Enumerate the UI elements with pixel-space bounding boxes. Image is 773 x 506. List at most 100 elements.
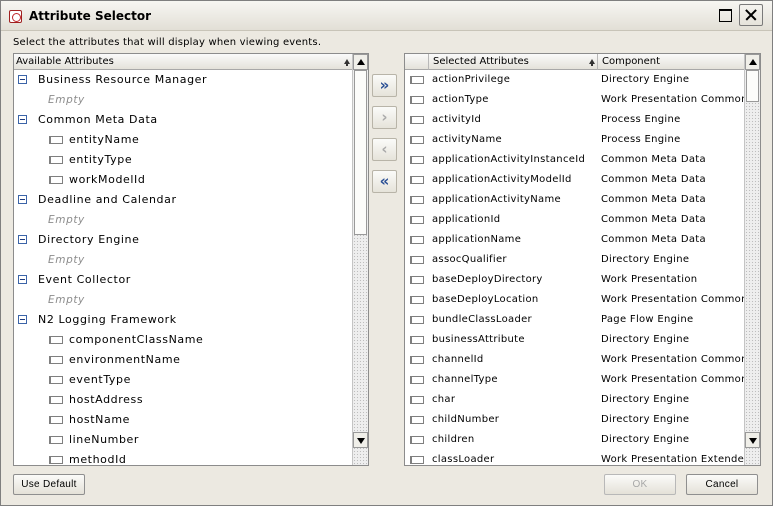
table-row[interactable]: activityId Process Engine: [405, 110, 745, 130]
tree-group-label: Event Collector: [38, 273, 131, 286]
attribute-icon: [410, 76, 424, 84]
scroll-down-icon[interactable]: [353, 432, 368, 448]
attribute-icon: [410, 376, 424, 384]
component-cell: Directory Engine: [601, 334, 690, 345]
maximize-icon[interactable]: [716, 7, 734, 23]
table-row[interactable]: businessAttribute Directory Engine: [405, 330, 745, 350]
tree-attribute-item[interactable]: entityType: [14, 150, 350, 170]
tree-group[interactable]: Event Collector: [14, 270, 350, 290]
scroll-down-icon[interactable]: [745, 432, 760, 448]
attribute-name-cell: applicationActivityInstanceId: [432, 154, 586, 165]
collapse-icon[interactable]: [18, 275, 27, 284]
collapse-icon[interactable]: [18, 315, 27, 324]
selected-vertical-scrollbar[interactable]: [744, 54, 760, 465]
tree-attribute-label: hostName: [69, 413, 130, 426]
tree-group[interactable]: Common Meta Data: [14, 110, 350, 130]
attribute-name-cell: assocQualifier: [432, 254, 507, 265]
table-row[interactable]: children Directory Engine: [405, 430, 745, 450]
scroll-thumb[interactable]: [354, 70, 367, 235]
attribute-icon: [410, 356, 424, 364]
table-row[interactable]: bundleClassLoader Page Flow Engine: [405, 310, 745, 330]
add-selected-button[interactable]: ›: [372, 106, 397, 129]
table-row[interactable]: actionPrivilege Directory Engine: [405, 70, 745, 90]
tree-group[interactable]: N2 Logging Framework: [14, 310, 350, 330]
tree-group[interactable]: Deadline and Calendar: [14, 190, 350, 210]
component-cell: Page Flow Engine: [601, 314, 694, 325]
table-row[interactable]: applicationActivityModelId Common Meta Da…: [405, 170, 745, 190]
table-row[interactable]: baseDeployDirectory Work Presentation: [405, 270, 745, 290]
attribute-name-cell: classLoader: [432, 454, 495, 465]
tree-attribute-item[interactable]: eventType: [14, 370, 350, 390]
tree-group[interactable]: Directory Engine: [14, 230, 350, 250]
table-row[interactable]: applicationId Common Meta Data: [405, 210, 745, 230]
component-cell: Work Presentation Common: [601, 374, 745, 385]
attribute-icon: [49, 356, 63, 364]
remove-all-button[interactable]: «: [372, 170, 397, 193]
scroll-up-icon[interactable]: [745, 54, 760, 70]
collapse-icon[interactable]: [18, 195, 27, 204]
component-cell: Work Presentation Common: [601, 294, 745, 305]
attribute-name-cell: baseDeployDirectory: [432, 274, 543, 285]
attribute-name-cell: applicationId: [432, 214, 501, 225]
table-row[interactable]: assocQualifier Directory Engine: [405, 250, 745, 270]
available-attributes-header[interactable]: Available Attributes: [14, 54, 353, 70]
title-bar[interactable]: Attribute Selector: [1, 1, 772, 31]
scroll-up-icon[interactable]: [353, 54, 368, 70]
attribute-icon: [49, 376, 63, 384]
tree-group-label: Deadline and Calendar: [38, 193, 177, 206]
collapse-icon[interactable]: [18, 235, 27, 244]
collapse-icon[interactable]: [18, 75, 27, 84]
table-row[interactable]: activityName Process Engine: [405, 130, 745, 150]
component-cell: Common Meta Data: [601, 154, 706, 165]
empty-label: Empty: [48, 214, 85, 226]
tree-attribute-label: lineNumber: [69, 433, 140, 446]
attribute-name-cell: activityName: [432, 134, 502, 145]
tree-attribute-label: eventType: [69, 373, 131, 386]
table-row[interactable]: applicationActivityName Common Meta Data: [405, 190, 745, 210]
attribute-name-cell: actionPrivilege: [432, 74, 511, 85]
scroll-thumb[interactable]: [746, 70, 759, 102]
tree-attribute-item[interactable]: workModelId: [14, 170, 350, 190]
selected-icon-column-header[interactable]: [405, 54, 429, 70]
table-row[interactable]: actionType Work Presentation Common: [405, 90, 745, 110]
tree-attribute-item[interactable]: methodId: [14, 450, 350, 466]
ok-button[interactable]: OK: [604, 474, 676, 495]
tree-attribute-label: methodId: [69, 453, 127, 466]
add-all-button[interactable]: »: [372, 74, 397, 97]
selected-attributes-header[interactable]: Selected Attributes: [429, 54, 598, 70]
tree-attribute-label: entityName: [69, 133, 140, 146]
table-row[interactable]: channelType Work Presentation Common: [405, 370, 745, 390]
tree-group-label: Business Resource Manager: [38, 73, 208, 86]
available-vertical-scrollbar[interactable]: [352, 54, 368, 465]
table-row[interactable]: channelId Work Presentation Common: [405, 350, 745, 370]
collapse-icon[interactable]: [18, 115, 27, 124]
attribute-selector-dialog: Attribute Selector Select the attributes…: [0, 0, 773, 506]
tree-attribute-label: componentClassName: [69, 333, 204, 346]
table-row[interactable]: childNumber Directory Engine: [405, 410, 745, 430]
attribute-icon: [49, 396, 63, 404]
attribute-icon: [410, 216, 424, 224]
use-default-button[interactable]: Use Default: [13, 474, 85, 495]
window-title: Attribute Selector: [29, 9, 152, 23]
selected-attributes-panel: Selected Attributes Component actionPriv…: [404, 53, 761, 466]
tree-attribute-label: entityType: [69, 153, 133, 166]
tree-group[interactable]: Business Resource Manager: [14, 70, 350, 90]
table-row[interactable]: baseDeployLocation Work Presentation Comm…: [405, 290, 745, 310]
tree-attribute-item[interactable]: componentClassName: [14, 330, 350, 350]
table-row[interactable]: classLoader Work Presentation Extender Cc: [405, 450, 745, 465]
remove-selected-button[interactable]: ‹: [372, 138, 397, 161]
component-header[interactable]: Component: [598, 54, 746, 70]
tree-attribute-item[interactable]: environmentName: [14, 350, 350, 370]
tree-attribute-item[interactable]: lineNumber: [14, 430, 350, 450]
table-row[interactable]: applicationName Common Meta Data: [405, 230, 745, 250]
tree-empty-placeholder: Empty: [14, 290, 350, 310]
component-cell: Directory Engine: [601, 394, 690, 405]
close-icon[interactable]: [739, 4, 763, 26]
tree-attribute-item[interactable]: hostName: [14, 410, 350, 430]
cancel-button[interactable]: Cancel: [686, 474, 758, 495]
attribute-icon: [410, 436, 424, 444]
table-row[interactable]: char Directory Engine: [405, 390, 745, 410]
tree-attribute-item[interactable]: hostAddress: [14, 390, 350, 410]
table-row[interactable]: applicationActivityInstanceId Common Meta…: [405, 150, 745, 170]
tree-attribute-item[interactable]: entityName: [14, 130, 350, 150]
